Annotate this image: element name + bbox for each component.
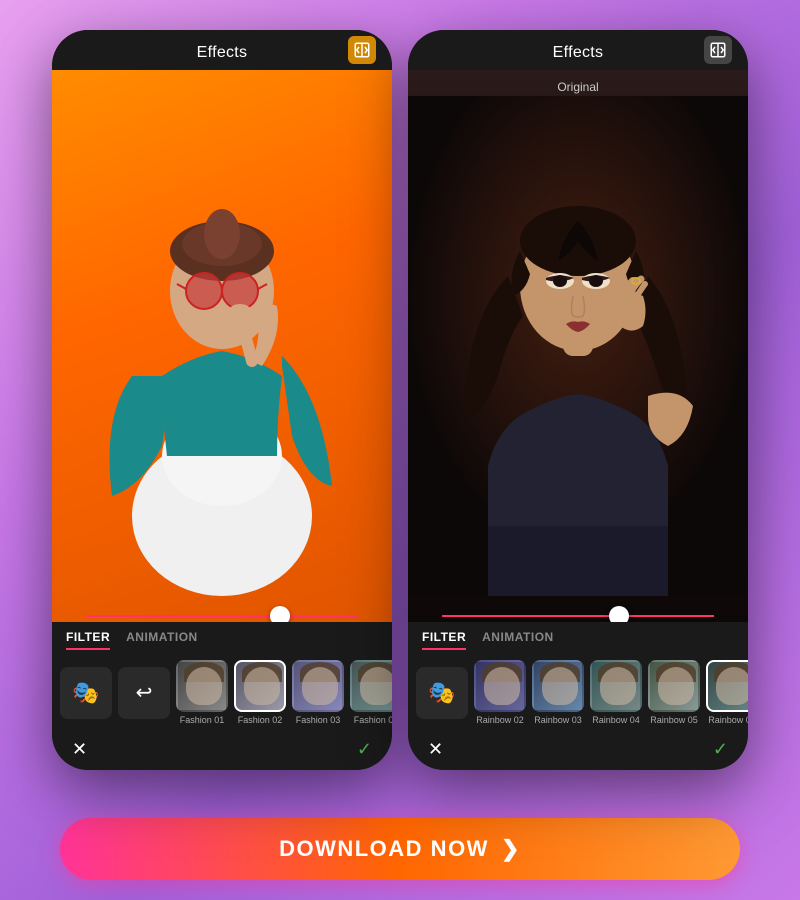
left-phone: Effects [52, 30, 392, 770]
right-phone-image: Original [408, 70, 748, 622]
fashion03-thumb [292, 660, 344, 712]
right-compare-icon[interactable] [704, 36, 732, 64]
fashion02-label: Fashion 02 [238, 715, 283, 725]
rainbow05-label: Rainbow 05 [650, 715, 698, 725]
right-slider-track [442, 615, 714, 617]
fashion04-label: Fashion 04 [354, 715, 392, 725]
left-confirm-button[interactable]: ✓ [357, 739, 372, 760]
right-fashion-figure [408, 70, 748, 622]
thumb-face [360, 667, 392, 705]
download-arrow: ❯ [501, 836, 521, 862]
rainbow06-label: Rainbow 06 [708, 715, 748, 725]
right-sticker-icon[interactable]: 🎭 [416, 667, 468, 719]
left-tab-filter[interactable]: FILTER [66, 630, 110, 650]
left-slider-track [86, 615, 358, 617]
download-section: DOWNLOAD NOW ❯ [0, 802, 800, 900]
right-phone-bottom: FILTER ANIMATION 🎭 Rainbow 02 [408, 622, 748, 770]
fashion01-label: Fashion 01 [180, 715, 225, 725]
right-filter-sticker[interactable]: 🎭 [416, 667, 468, 719]
right-filter-rainbow02[interactable]: Rainbow 02 [474, 660, 526, 725]
right-filter-rainbow06[interactable]: Rainbow 06 [706, 660, 748, 725]
download-button[interactable]: DOWNLOAD NOW ❯ [60, 818, 740, 880]
left-phone-image [52, 70, 392, 622]
left-compare-icon[interactable] [348, 36, 376, 64]
rainbow03-thumb [532, 660, 584, 712]
right-tab-animation[interactable]: ANIMATION [482, 630, 554, 650]
left-phone-title: Effects [197, 44, 248, 61]
right-filter-rainbow03[interactable]: Rainbow 03 [532, 660, 584, 725]
thumb-face [658, 667, 694, 705]
undo-icon[interactable]: ↩ [118, 667, 170, 719]
right-phone-actions: ✕ ✓ [408, 729, 748, 770]
left-slider-thumb[interactable] [270, 606, 290, 622]
left-filter-row: 🎭 ↩ Fashion 01 [52, 656, 392, 729]
right-filter-rainbow05[interactable]: Rainbow 05 [648, 660, 700, 725]
left-filter-fashion01[interactable]: Fashion 01 [176, 660, 228, 725]
rainbow06-thumb [706, 660, 748, 712]
thumb-face [542, 667, 578, 705]
left-phone-bottom: FILTER ANIMATION 🎭 ↩ Fashi [52, 622, 392, 770]
right-filter-rainbow04[interactable]: Rainbow 04 [590, 660, 642, 725]
left-filter-sticker[interactable]: 🎭 [60, 667, 112, 719]
rainbow03-label: Rainbow 03 [534, 715, 582, 725]
thumb-face [600, 667, 636, 705]
right-confirm-button[interactable]: ✓ [713, 739, 728, 760]
left-filter-fashion02[interactable]: Fashion 02 [234, 660, 286, 725]
thumb-face [244, 667, 280, 705]
left-fashion-figure [52, 70, 392, 622]
thumb-face [302, 667, 338, 705]
split-view-icon [353, 41, 371, 59]
right-tab-filter[interactable]: FILTER [422, 630, 466, 650]
left-cancel-button[interactable]: ✕ [72, 739, 87, 760]
sticker-icon[interactable]: 🎭 [60, 667, 112, 719]
thumb-face [186, 667, 222, 705]
phones-container: Effects [22, 0, 778, 802]
right-slider-thumb[interactable] [609, 606, 629, 622]
fashion03-label: Fashion 03 [296, 715, 341, 725]
right-tabs-row: FILTER ANIMATION [408, 630, 748, 650]
fashion02-thumb [234, 660, 286, 712]
fashion01-thumb [176, 660, 228, 712]
right-filter-row: 🎭 Rainbow 02 Rainbow 03 [408, 656, 748, 729]
rainbow02-thumb [474, 660, 526, 712]
left-photo-bg [52, 70, 392, 622]
right-cancel-button[interactable]: ✕ [428, 739, 443, 760]
rainbow02-label: Rainbow 02 [476, 715, 524, 725]
left-tabs-row: FILTER ANIMATION [52, 630, 392, 650]
left-phone-actions: ✕ ✓ [52, 729, 392, 770]
right-phone-title: Effects [553, 44, 604, 61]
left-filter-undo[interactable]: ↩ [118, 667, 170, 719]
right-photo-bg: Original [408, 70, 748, 622]
left-phone-header: Effects [52, 30, 392, 70]
original-label: Original [557, 80, 598, 94]
left-tab-animation[interactable]: ANIMATION [126, 630, 198, 650]
left-filter-fashion04[interactable]: Fashion 04 [350, 660, 392, 725]
split-view-icon-right [709, 41, 727, 59]
rainbow05-thumb [648, 660, 700, 712]
thumb-face [484, 667, 520, 705]
rainbow04-thumb [590, 660, 642, 712]
left-filter-fashion03[interactable]: Fashion 03 [292, 660, 344, 725]
rainbow04-label: Rainbow 04 [592, 715, 640, 725]
download-label: DOWNLOAD NOW [279, 836, 489, 862]
right-phone: Effects Original [408, 30, 748, 770]
thumb-face [716, 667, 748, 705]
fashion04-thumb [350, 660, 392, 712]
right-phone-header: Effects [408, 30, 748, 70]
